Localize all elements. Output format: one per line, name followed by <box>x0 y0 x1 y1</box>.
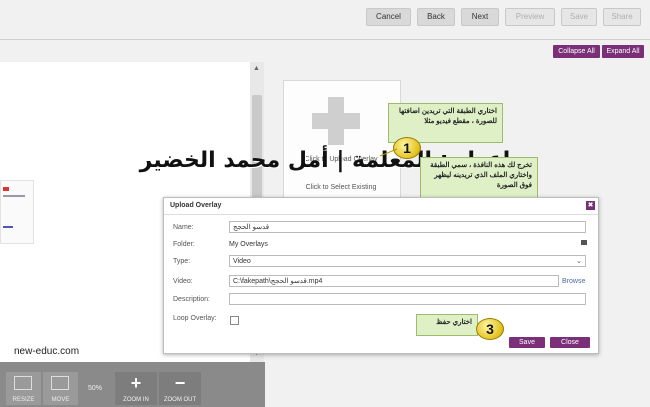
dialog-title-divider <box>164 214 598 215</box>
site-label: new-educ.com <box>14 346 80 357</box>
description-input[interactable] <box>229 293 586 305</box>
zoom-in-label: ZOOM IN <box>123 397 149 403</box>
upload-overlay-dialog: Upload Overlay ✖ Name: قدسو الحجج Folder… <box>163 197 599 354</box>
name-input[interactable]: قدسو الحجج <box>229 221 586 233</box>
loop-overlay-checkbox[interactable] <box>230 316 239 325</box>
move-label: MOVE <box>51 397 70 403</box>
resize-tool[interactable]: RESIZE <box>6 372 41 405</box>
zoom-in-icon: + <box>130 373 142 393</box>
dialog-title: Upload Overlay <box>170 202 222 209</box>
zoom-level: 50% <box>88 385 103 392</box>
zoom-out-label: ZOOM OUT <box>163 397 197 403</box>
callout-step-3: اختاري حفظ <box>416 314 478 336</box>
move-icon <box>51 376 69 390</box>
type-select-value: Video <box>233 258 251 265</box>
loop-overlay-label: Loop Overlay: <box>173 315 217 322</box>
resize-icon <box>14 376 32 390</box>
browse-link[interactable]: Browse <box>562 278 585 285</box>
zoom-out-button[interactable]: − ZOOM OUT <box>159 372 201 405</box>
folder-label: Folder: <box>173 241 195 248</box>
zoom-out-icon: − <box>174 373 186 393</box>
type-label: Type: <box>173 258 191 265</box>
move-tool[interactable]: MOVE <box>43 372 78 405</box>
folder-value: My Overlays <box>229 241 268 248</box>
dialog-close-button[interactable]: Close <box>550 337 590 348</box>
chevron-down-icon: ⌄ <box>576 258 582 265</box>
video-label: Video: <box>173 278 193 285</box>
dialog-save-button[interactable]: Save <box>509 337 545 348</box>
step-3-badge: 3 <box>476 318 504 340</box>
dialog-close-icon[interactable]: ✖ <box>586 201 595 210</box>
zoom-in-button[interactable]: + ZOOM IN <box>115 372 157 405</box>
folder-icon[interactable] <box>581 240 587 245</box>
video-file-input[interactable]: C:\fakepath\قدسو الحجج.mp4 <box>229 275 559 287</box>
description-label: Description: <box>173 296 210 303</box>
name-label: Name: <box>173 224 194 231</box>
type-select[interactable]: Video ⌄ <box>229 255 586 267</box>
resize-label: RESIZE <box>12 397 35 403</box>
